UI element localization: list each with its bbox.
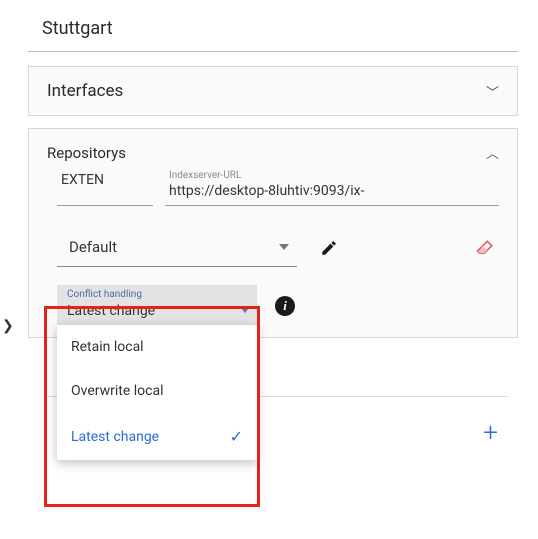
- repositorys-header[interactable]: Repositorys ︿: [29, 129, 517, 168]
- delete-button[interactable]: [471, 234, 499, 262]
- conflict-dropdown: Retain local Overwrite local Latest chan…: [57, 325, 257, 460]
- check-icon: ✓: [230, 427, 243, 446]
- option-label: Overwrite local: [71, 383, 164, 399]
- edit-button[interactable]: [315, 234, 343, 262]
- interfaces-title: Interfaces: [47, 81, 123, 101]
- page-title-row: Stuttgart: [28, 8, 518, 52]
- eraser-icon: [476, 239, 494, 257]
- conflict-handling-value: Latest change: [67, 303, 155, 319]
- interfaces-panel: Interfaces ﹀: [28, 66, 518, 116]
- info-icon[interactable]: i: [275, 296, 295, 316]
- repositorys-title: Repositorys: [47, 144, 126, 162]
- chevron-down-icon: ﹀: [486, 82, 499, 101]
- profile-select[interactable]: Default: [57, 228, 297, 267]
- conflict-handling-select[interactable]: Conflict handling Latest change: [57, 285, 257, 327]
- profile-select-value: Default: [69, 238, 117, 256]
- chevron-up-icon: ︿: [486, 143, 499, 162]
- add-button[interactable]: +: [483, 418, 498, 448]
- interfaces-header[interactable]: Interfaces ﹀: [29, 67, 517, 115]
- indexserver-url-label: Indexserver-URL: [169, 170, 495, 181]
- repositorys-panel: Repositorys ︿ EXTEN Indexserver-URL http…: [28, 128, 518, 338]
- page-title: Stuttgart: [42, 18, 113, 39]
- option-label: Latest change: [71, 429, 159, 445]
- dropdown-caret-icon: [279, 244, 289, 250]
- indexserver-url-value: https://desktop-8luhtiv:9093/ix-: [169, 183, 495, 199]
- indexserver-url-field[interactable]: Indexserver-URL https://desktop-8luhtiv:…: [165, 168, 499, 206]
- conflict-option-latest-change[interactable]: Latest change ✓: [57, 413, 257, 460]
- pencil-icon: [320, 239, 338, 257]
- option-label: Retain local: [71, 339, 144, 355]
- repo-name-field[interactable]: EXTEN: [57, 168, 153, 206]
- repo-name-value: EXTEN: [61, 172, 149, 188]
- conflict-handling-label: Conflict handling: [67, 289, 155, 300]
- conflict-option-retain-local[interactable]: Retain local: [57, 325, 257, 369]
- dropdown-caret-icon: [241, 308, 249, 313]
- expand-left-icon[interactable]: ❯: [2, 318, 14, 334]
- conflict-option-overwrite-local[interactable]: Overwrite local: [57, 369, 257, 413]
